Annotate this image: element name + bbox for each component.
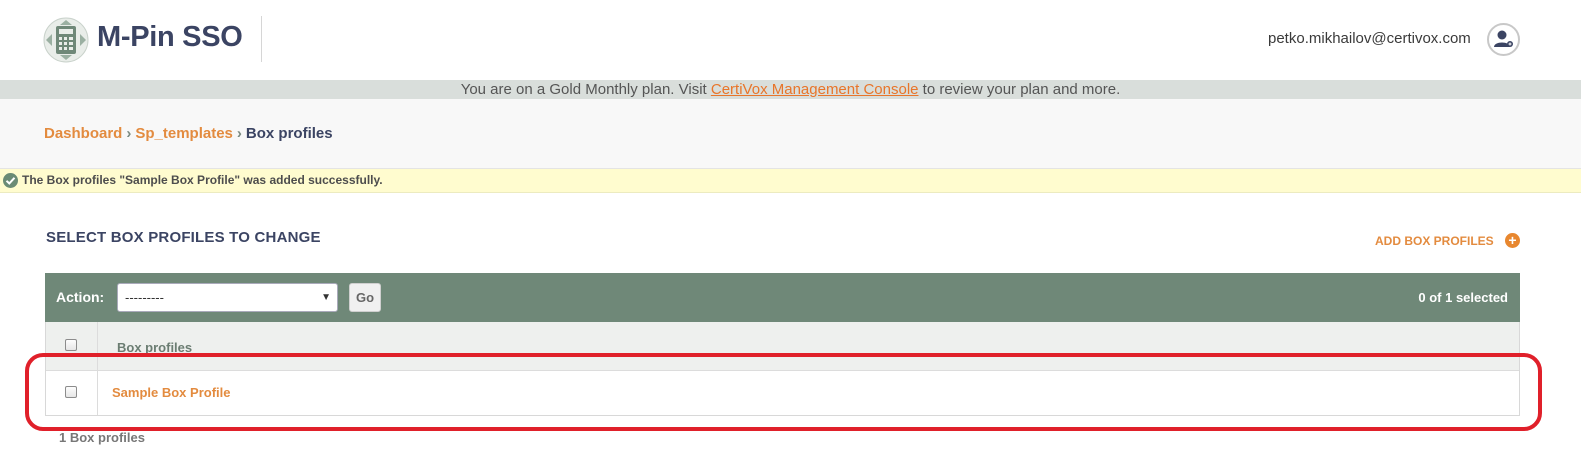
breadcrumb-separator: ›: [126, 125, 132, 142]
selected-count: 0 of 1 selected: [1418, 290, 1508, 305]
plan-banner: You are on a Gold Monthly plan. Visit Ce…: [0, 80, 1581, 99]
breadcrumb-bar: Dashboard › Sp_templates › Box profiles: [0, 99, 1581, 169]
plan-banner-prefix: You are on a Gold Monthly plan. Visit: [460, 81, 711, 98]
user-email[interactable]: petko.mikhailov@certivox.com: [1268, 30, 1471, 47]
success-message: The Box profiles "Sample Box Profile" wa…: [0, 169, 1581, 193]
user-avatar-icon[interactable]: [1487, 23, 1520, 56]
add-box-profiles-link[interactable]: ADD BOX PROFILES: [1375, 234, 1494, 248]
action-select[interactable]: --------- ▼: [117, 283, 338, 312]
result-count: 1 Box profiles: [59, 430, 145, 445]
calculator-logo-icon[interactable]: [43, 17, 89, 63]
management-console-link[interactable]: CertiVox Management Console: [711, 81, 919, 98]
box-profile-link[interactable]: Sample Box Profile: [112, 385, 230, 400]
dropdown-caret-icon: ▼: [321, 292, 331, 303]
go-button[interactable]: Go: [349, 283, 381, 312]
breadcrumb-sp-templates[interactable]: Sp_templates: [135, 125, 233, 142]
breadcrumb-current: Box profiles: [245, 125, 333, 142]
breadcrumb-separator: ›: [236, 125, 242, 142]
action-select-value: ---------: [125, 290, 164, 305]
top-header: M-Pin SSO petko.mikhailov@certivox.com: [0, 0, 1581, 80]
row-checkbox[interactable]: [65, 386, 77, 398]
breadcrumb: Dashboard › Sp_templates › Box profiles: [44, 125, 333, 142]
table-row: Sample Box Profile: [46, 371, 1519, 415]
table-header: Box profiles: [46, 322, 1519, 371]
select-all-checkbox[interactable]: [65, 339, 77, 351]
page-title: SELECT BOX PROFILES TO CHANGE: [46, 229, 321, 246]
action-bar: Action: --------- ▼ Go 0 of 1 selected: [45, 273, 1520, 322]
results-table: Box profiles Sample Box Profile: [45, 322, 1520, 416]
checkmark-icon: [3, 173, 18, 188]
brand-name[interactable]: M-Pin SSO: [97, 21, 243, 54]
success-message-text: The Box profiles "Sample Box Profile" wa…: [22, 173, 383, 187]
breadcrumb-dashboard[interactable]: Dashboard: [44, 125, 122, 142]
plus-circle-icon[interactable]: +: [1505, 233, 1520, 248]
plan-banner-suffix: to review your plan and more.: [918, 81, 1121, 98]
column-divider: [97, 322, 98, 415]
action-label: Action:: [56, 289, 105, 305]
header-divider: [261, 16, 262, 62]
column-header-box-profiles[interactable]: Box profiles: [117, 340, 192, 355]
